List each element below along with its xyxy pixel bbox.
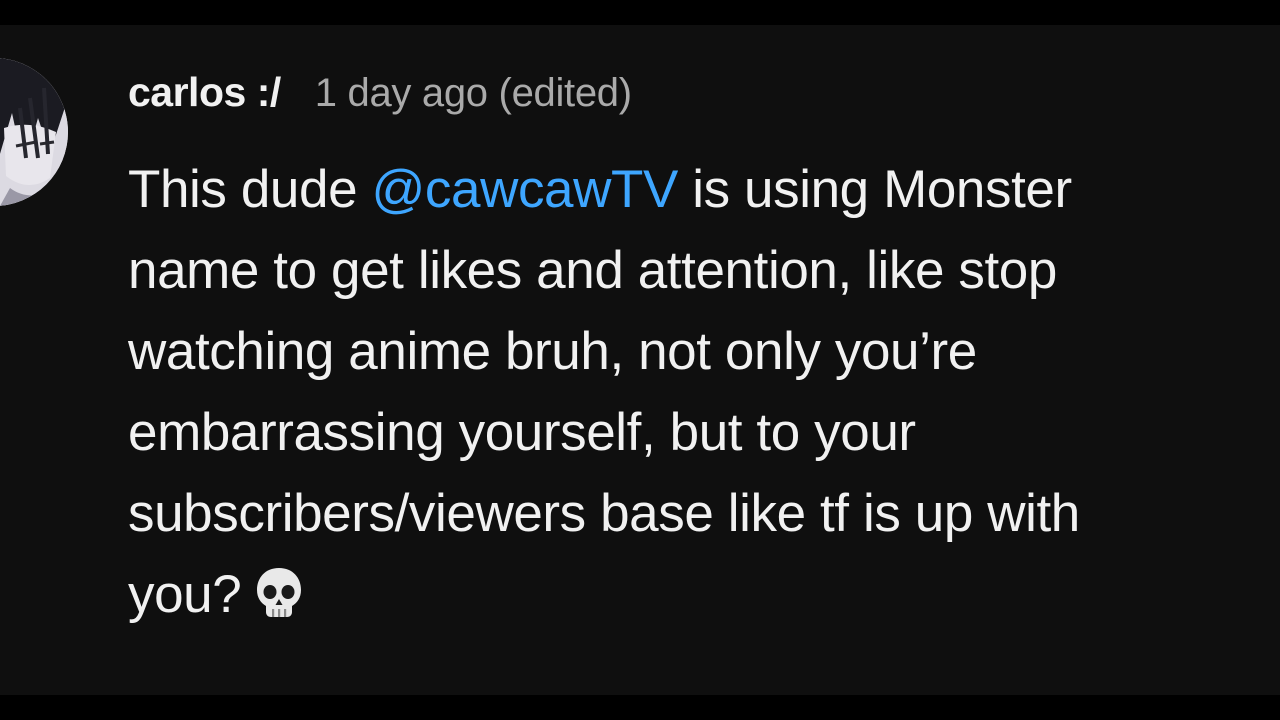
skull-icon <box>251 562 307 618</box>
comment-line: watching anime bruh, not only you’re <box>128 322 977 381</box>
comment-line: This dude @cawcawTV is using Monster <box>128 149 1248 230</box>
comment-header: carlos :/ 1 day ago (edited) <box>128 69 632 119</box>
comment-line: you? <box>128 554 1248 635</box>
comment-text-segment: This dude <box>128 160 372 219</box>
anime-avatar-image <box>0 58 68 206</box>
comment-author[interactable]: carlos :/ <box>128 69 281 116</box>
letterbox-top <box>0 0 1280 25</box>
comment-text: This dude @cawcawTV is using Monster nam… <box>128 149 1248 635</box>
comment-timestamp[interactable]: 1 day ago (edited) <box>315 71 632 116</box>
comment-text-segment: is using Monster <box>677 160 1072 219</box>
comment-line: subscribers/viewers base like tf is up w… <box>128 484 1080 543</box>
comment-line: embarrassing yourself, but to your <box>128 403 916 462</box>
mention-link[interactable]: @cawcawTV <box>371 160 678 219</box>
comment-panel: carlos :/ 1 day ago (edited) This dude @… <box>0 25 1280 695</box>
comment-text-segment: you? <box>128 565 242 624</box>
comment-line: name to get likes and attention, like st… <box>128 241 1057 300</box>
avatar[interactable] <box>0 58 68 206</box>
letterbox-bottom <box>0 695 1280 720</box>
